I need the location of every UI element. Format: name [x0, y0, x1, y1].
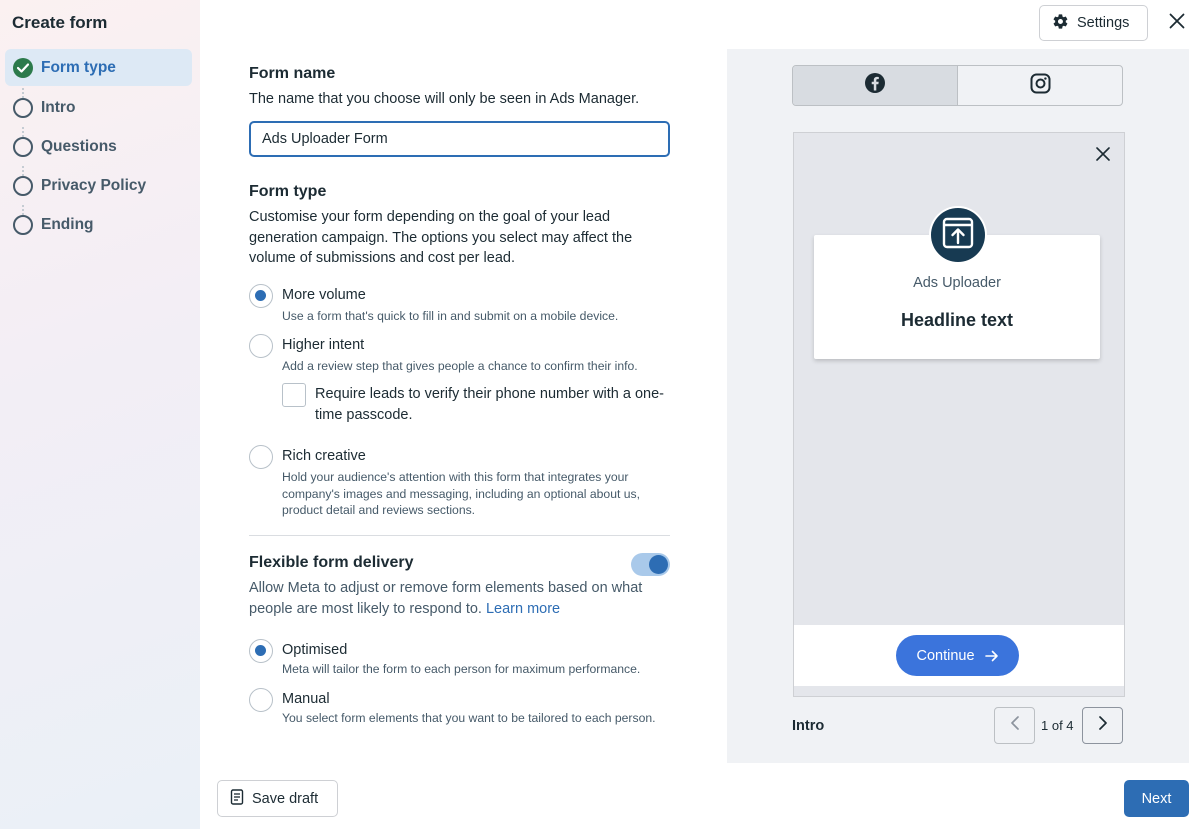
- phone-footer: Continue: [794, 624, 1124, 686]
- radio-button-selected[interactable]: [249, 639, 273, 663]
- preview-step-label: Intro: [792, 718, 825, 734]
- step-label: Questions: [41, 137, 117, 155]
- close-icon: [1096, 147, 1110, 166]
- option-description: Meta will tailor the form to each person…: [282, 662, 641, 676]
- radio-button[interactable]: [249, 334, 273, 358]
- document-icon: [230, 788, 244, 809]
- instagram-tab[interactable]: [958, 66, 1122, 105]
- step-questions[interactable]: Questions: [5, 127, 192, 166]
- step-connector: [22, 166, 24, 176]
- option-manual[interactable]: Manual You select form elements that you…: [249, 688, 679, 730]
- step-connector: [22, 205, 24, 215]
- form-name-input[interactable]: [249, 121, 670, 157]
- verify-phone-checkbox[interactable]: [282, 383, 306, 407]
- step-list: Form type Intro Questions Privacy Policy…: [5, 49, 192, 244]
- chevron-left-icon: [1010, 716, 1020, 735]
- settings-label: Settings: [1077, 15, 1130, 31]
- section-divider: [249, 535, 670, 536]
- save-draft-button[interactable]: Save draft: [217, 780, 338, 817]
- settings-button[interactable]: Settings: [1039, 5, 1148, 41]
- option-description: Hold your audience's attention with this…: [282, 470, 641, 517]
- save-draft-label: Save draft: [252, 790, 319, 807]
- facebook-tab[interactable]: [793, 66, 958, 105]
- step-form-type[interactable]: Form type: [5, 49, 192, 86]
- next-page-button[interactable]: [1082, 707, 1123, 744]
- page-count: 1 of 4: [1041, 718, 1074, 733]
- sidebar: Create form Form type Intro Questions Pr…: [0, 0, 200, 829]
- radio-button-selected[interactable]: [249, 284, 273, 308]
- next-label: Next: [1141, 790, 1172, 807]
- form-name-title: Form name: [249, 65, 336, 82]
- upload-icon: [941, 216, 975, 255]
- form-type-title: Form type: [249, 183, 327, 200]
- instagram-icon: [1030, 73, 1051, 99]
- avatar: [929, 206, 987, 264]
- step-ending[interactable]: Ending: [5, 205, 192, 244]
- option-more-volume[interactable]: More volume Use a form that's quick to f…: [249, 284, 679, 329]
- continue-label: Continue: [916, 647, 975, 664]
- phone-preview: Ads Uploader Headline text Continue: [793, 132, 1125, 697]
- form-preview: Ads Uploader Headline text Continue Intr…: [727, 49, 1189, 763]
- option-label: Manual: [282, 691, 330, 707]
- gear-icon: [1052, 13, 1069, 34]
- step-connector: [22, 127, 24, 137]
- option-label: Optimised: [282, 642, 348, 658]
- verify-phone-label: Require leads to verify their phone numb…: [315, 386, 664, 423]
- option-rich-creative[interactable]: Rich creative Hold your audience's atten…: [249, 445, 679, 525]
- check-circle-icon: [13, 57, 33, 78]
- step-label: Ending: [41, 215, 94, 233]
- flexible-delivery-toggle[interactable]: [631, 553, 670, 576]
- option-label: More volume: [282, 287, 366, 303]
- step-label: Intro: [41, 98, 76, 116]
- flexible-delivery-description: Allow Meta to adjust or remove form elem…: [249, 578, 649, 619]
- next-button[interactable]: Next: [1124, 780, 1189, 817]
- empty-circle-icon: [13, 175, 33, 196]
- option-description: Add a review step that gives people a ch…: [282, 359, 638, 373]
- toggle-knob: [649, 555, 668, 574]
- page-name: Ads Uploader: [913, 275, 1001, 291]
- option-description: Use a form that's quick to fill in and s…: [282, 309, 619, 323]
- close-icon: [1169, 13, 1185, 34]
- platform-toggle: [792, 65, 1123, 106]
- empty-circle-icon: [13, 214, 33, 235]
- close-button[interactable]: [1166, 12, 1188, 34]
- step-label: Privacy Policy: [41, 176, 147, 194]
- step-privacy-policy[interactable]: Privacy Policy: [5, 166, 192, 205]
- headline-text: Headline text: [900, 310, 1014, 330]
- option-label: Higher intent: [282, 337, 365, 353]
- option-higher-intent[interactable]: Higher intent Add a review step that giv…: [249, 334, 679, 379]
- previous-page-button[interactable]: [994, 707, 1035, 744]
- radio-button[interactable]: [249, 445, 273, 469]
- empty-circle-icon: [13, 136, 33, 157]
- option-description: You select form elements that you want t…: [282, 711, 656, 725]
- form-type-description: Customise your form depending on the goa…: [249, 209, 633, 266]
- step-label: Form type: [41, 58, 116, 76]
- option-label: Rich creative: [282, 448, 366, 464]
- sidebar-title: Create form: [12, 13, 108, 32]
- flexible-delivery-text: Allow Meta to adjust or remove form elem…: [249, 580, 643, 617]
- continue-button[interactable]: Continue: [896, 635, 1019, 676]
- form-name-description: The name that you choose will only be se…: [249, 91, 640, 107]
- option-optimised[interactable]: Optimised Meta will tailor the form to e…: [249, 639, 679, 681]
- form-editor: Form name The name that you choose will …: [200, 0, 727, 829]
- radio-button[interactable]: [249, 688, 273, 712]
- flexible-delivery-title: Flexible form delivery: [249, 554, 414, 571]
- step-connector: [22, 88, 24, 98]
- learn-more-link[interactable]: Learn more: [486, 601, 560, 617]
- arrow-right-icon: [984, 650, 999, 662]
- empty-circle-icon: [13, 97, 33, 118]
- step-intro[interactable]: Intro: [5, 88, 192, 127]
- chevron-right-icon: [1098, 716, 1108, 735]
- facebook-icon: [864, 72, 886, 99]
